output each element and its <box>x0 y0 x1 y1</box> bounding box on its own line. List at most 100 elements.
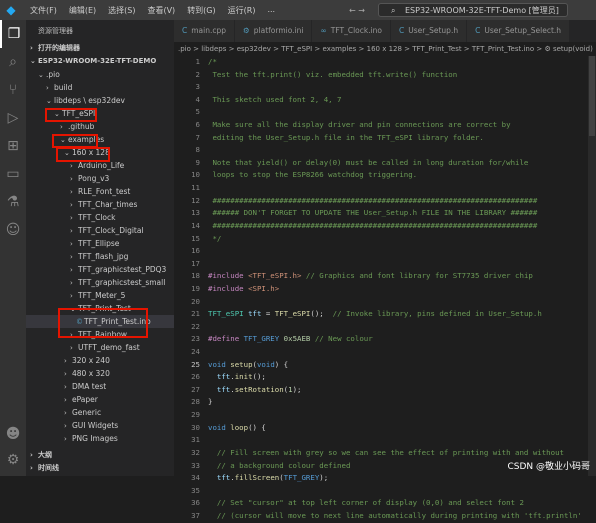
chevron-right-icon: › <box>30 44 33 52</box>
search-icon: ⌕ <box>391 6 396 15</box>
code-line: 27 tft.setRotation(1); <box>174 384 596 397</box>
file-type-icon: C <box>182 26 188 35</box>
line-number: 25 <box>191 359 200 369</box>
folder-item[interactable]: › TFT_Clock_Digital <box>26 224 174 237</box>
menu-item[interactable]: 转到(G) <box>181 5 221 16</box>
folder-item[interactable]: ⌄ .pio <box>26 68 174 81</box>
folder-item[interactable]: › TFT_flash_jpg <box>26 250 174 263</box>
folder-item[interactable]: › TFT_graphicstest_PDQ3 <box>26 263 174 276</box>
settings-gear-icon[interactable]: ⚙ <box>0 446 26 474</box>
code-line: 28} <box>174 396 596 409</box>
platformio-icon[interactable]: ☺ <box>0 216 26 244</box>
watermark: CSDN @敬业小码哥 <box>507 462 590 472</box>
line-number: 19 <box>191 283 200 293</box>
code-text: Note that yield() or delay(0) must be ca… <box>208 157 529 167</box>
menu-item[interactable]: 文件(F) <box>24 5 63 16</box>
folder-item[interactable]: › Pong_v3 <box>26 172 174 185</box>
line-number: 18 <box>191 271 200 281</box>
folder-item[interactable]: › TFT_graphicstest_small <box>26 276 174 289</box>
nav-arrows-icon[interactable]: ← → <box>349 4 365 18</box>
code-line: 36 // Set "cursor" at top left corner of… <box>174 497 596 510</box>
highlight-examples <box>52 134 98 148</box>
tree-item-label: Generic <box>72 408 102 417</box>
code-line: 2 Test the tft.print() viz. embedded tft… <box>174 69 596 82</box>
line-number: 37 <box>191 510 200 520</box>
folder-item[interactable]: › 打开的编辑器 <box>26 42 174 55</box>
command-center-search[interactable]: ← → ⌕ ESP32-WROOM-32E-TFT-Demo [管理员] <box>349 3 568 17</box>
folder-item[interactable]: › TFT_Ellipse <box>26 237 174 250</box>
folder-item[interactable]: › TFT_Clock <box>26 211 174 224</box>
code-text: #define TFT_GREY 0x5AEB // New colour <box>208 334 373 344</box>
line-number: 7 <box>195 132 200 142</box>
folder-item[interactable]: › ePaper <box>26 393 174 406</box>
folder-item[interactable]: › 480 x 320 <box>26 367 174 380</box>
folder-item[interactable]: › TFT_Meter_5 <box>26 289 174 302</box>
code-line: 31 <box>174 434 596 447</box>
tree-item-label: TFT_Char_times <box>78 200 138 209</box>
folder-item[interactable]: › PNG Images <box>26 432 174 445</box>
editor-tab[interactable]: C User_Setup_Select.h <box>467 20 571 42</box>
account-icon[interactable]: ☻ <box>0 420 26 448</box>
line-number: 28 <box>191 397 200 407</box>
code-text: ########################################… <box>208 220 538 230</box>
editor-scrollbar[interactable] <box>588 56 596 476</box>
code-line: 3 <box>174 81 596 94</box>
menu-item[interactable]: ... <box>261 5 281 16</box>
explorer-icon[interactable]: ❐ <box>0 20 26 48</box>
tree-item-label: GUI Widgets <box>72 421 119 430</box>
code-line: 11 <box>174 182 596 195</box>
menu-item[interactable]: 选择(S) <box>102 5 141 16</box>
menu-item[interactable]: 运行(R) <box>222 5 262 16</box>
folder-item[interactable]: › RLE_Font_test <box>26 185 174 198</box>
code-line: 14 #####################################… <box>174 220 596 233</box>
run-debug-icon[interactable]: ▷ <box>0 104 26 132</box>
editor-tab[interactable]: C User_Setup.h <box>391 20 468 42</box>
folder-item[interactable]: ⌄ ESP32-WROOM-32E-TFT-DEMO <box>26 55 174 68</box>
code-line: 29 <box>174 409 596 422</box>
line-number: 29 <box>191 410 200 420</box>
remote-icon[interactable]: ▭ <box>0 160 26 188</box>
code-line: 19 #include <SPI.h> <box>174 283 596 296</box>
code-text: tft.init(); <box>216 372 266 382</box>
code-line: 15 */ <box>174 233 596 246</box>
folder-item[interactable]: ⌄ examples <box>26 133 174 146</box>
menu-item[interactable]: 编辑(E) <box>63 5 102 16</box>
code-line: 20 <box>174 296 596 309</box>
highlight-tft-espi <box>45 108 97 122</box>
tab-label: main.cpp <box>191 26 227 35</box>
tree-item-label: 320 x 240 <box>72 356 110 365</box>
scrollbar-thumb[interactable] <box>589 56 595 136</box>
code-line: 5 <box>174 106 596 119</box>
file-type-icon: ∞ <box>320 26 327 35</box>
folder-item[interactable]: › 大纲 <box>26 449 174 462</box>
folder-item[interactable]: ⌄ libdeps \ esp32dev <box>26 94 174 107</box>
code-text: tft.fillScreen(TFT_GREY); <box>216 473 329 483</box>
code-line: 9 Note that yield() or delay(0) must be … <box>174 157 596 170</box>
line-number: 17 <box>191 258 200 268</box>
line-number: 4 <box>195 94 200 104</box>
menu-item[interactable]: 查看(V) <box>141 5 181 16</box>
folder-item[interactable]: › TFT_Char_times <box>26 198 174 211</box>
breadcrumb[interactable]: .pio > libdeps > esp32dev > TFT_eSPI > e… <box>174 42 596 56</box>
extensions-icon[interactable]: ⊞ <box>0 132 26 160</box>
code-editor[interactable]: 1 /* 2 Test the tft.print() viz. embedded … <box>174 56 596 520</box>
line-number: 2 <box>195 69 200 79</box>
folder-item[interactable]: › build <box>26 81 174 94</box>
editor-tab[interactable]: ∞ TFT_Clock.ino <box>312 20 392 42</box>
editor-tab[interactable]: Cmain.cpp <box>174 20 236 42</box>
search-icon[interactable]: ⌕ <box>0 48 26 76</box>
code-line: 10 loops to stop the ESP8266 watchdog tr… <box>174 169 596 182</box>
folder-item[interactable]: › DMA test <box>26 380 174 393</box>
folder-item[interactable]: › UTFT_demo_fast <box>26 341 174 354</box>
line-number: 26 <box>191 372 200 382</box>
editor-tab[interactable]: ⚙ platformio.ini <box>235 20 313 42</box>
folder-item[interactable]: › Generic <box>26 406 174 419</box>
tab-label: platformio.ini <box>253 26 304 35</box>
testing-icon[interactable]: ⚗ <box>0 188 26 216</box>
folder-item[interactable]: › 时间线 <box>26 462 174 475</box>
source-control-icon[interactable]: ⑂ <box>0 76 26 104</box>
folder-item[interactable]: › 320 x 240 <box>26 354 174 367</box>
chevron-right-icon: › <box>30 451 33 459</box>
line-number: 3 <box>195 82 200 92</box>
folder-item[interactable]: › GUI Widgets <box>26 419 174 432</box>
